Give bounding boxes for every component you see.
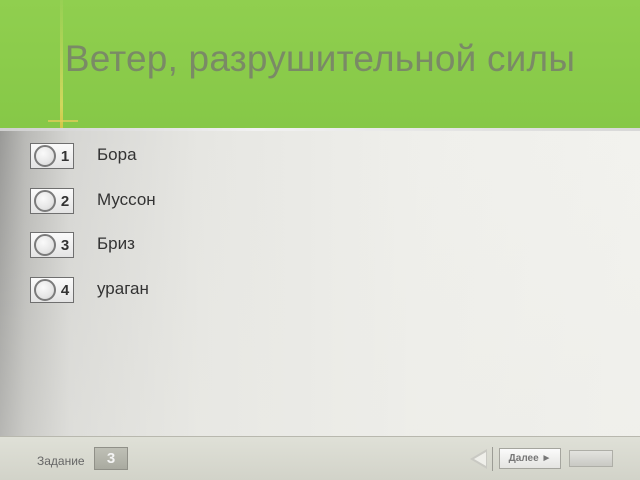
task-number-badge: 3 <box>94 447 128 470</box>
finish-button[interactable] <box>569 450 613 467</box>
footer-bar: Задание 3 Далее ► <box>0 436 640 480</box>
option-number-box: 1 <box>30 143 74 169</box>
footer-separator <box>492 447 493 471</box>
option-label[interactable]: Бора <box>97 145 137 165</box>
question-title: Ветер, разрушительной силы <box>64 38 576 79</box>
next-button[interactable]: Далее ► <box>499 448 561 469</box>
option-number: 1 <box>60 148 70 165</box>
task-label: Задание <box>37 454 85 468</box>
option-number-box: 4 <box>30 277 74 303</box>
answer-option-3[interactable]: 3 Бриз <box>30 232 330 262</box>
radio-circle-icon[interactable] <box>34 234 56 256</box>
option-label[interactable]: Муссон <box>97 190 156 210</box>
option-number: 4 <box>60 282 70 299</box>
option-label[interactable]: Бриз <box>97 234 135 254</box>
option-number-box: 2 <box>30 188 74 214</box>
option-number: 2 <box>60 193 70 210</box>
answer-option-1[interactable]: 1 Бора <box>30 143 330 173</box>
back-arrow-icon-inner <box>474 452 486 466</box>
decorative-horizontal-line <box>48 120 78 122</box>
radio-circle-icon[interactable] <box>34 190 56 212</box>
option-label[interactable]: ураган <box>97 279 149 299</box>
option-number-box: 3 <box>30 232 74 258</box>
answer-option-4[interactable]: 4 ураган <box>30 277 330 307</box>
radio-circle-icon[interactable] <box>34 145 56 167</box>
answer-option-2[interactable]: 2 Муссон <box>30 188 330 218</box>
radio-circle-icon[interactable] <box>34 279 56 301</box>
option-number: 3 <box>60 237 70 254</box>
